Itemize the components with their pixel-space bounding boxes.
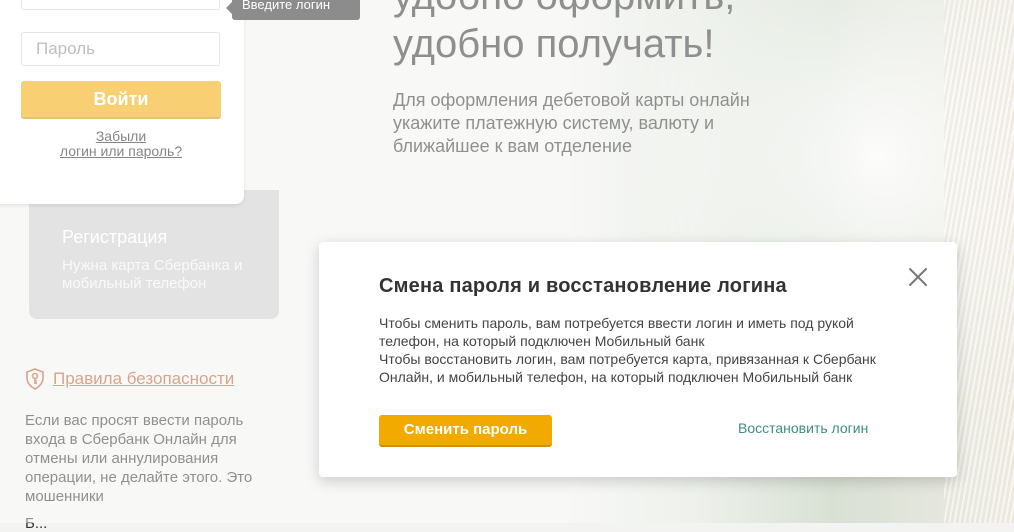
change-password-button[interactable]: Сменить пароль <box>379 415 552 447</box>
modal-description: Чтобы сменить пароль, вам потребуется вв… <box>379 314 879 386</box>
modal-title: Смена пароля и восстановление логина <box>379 275 787 297</box>
modal-paragraph-password: Чтобы сменить пароль, вам потребуется вв… <box>379 315 854 349</box>
restore-login-link[interactable]: Восстановить логин <box>738 420 868 436</box>
close-icon[interactable] <box>907 266 929 288</box>
modal-paragraph-login: Чтобы восстановить логин, вам потребуетс… <box>379 351 876 385</box>
password-recovery-modal: Смена пароля и восстановление логина Что… <box>319 242 957 477</box>
